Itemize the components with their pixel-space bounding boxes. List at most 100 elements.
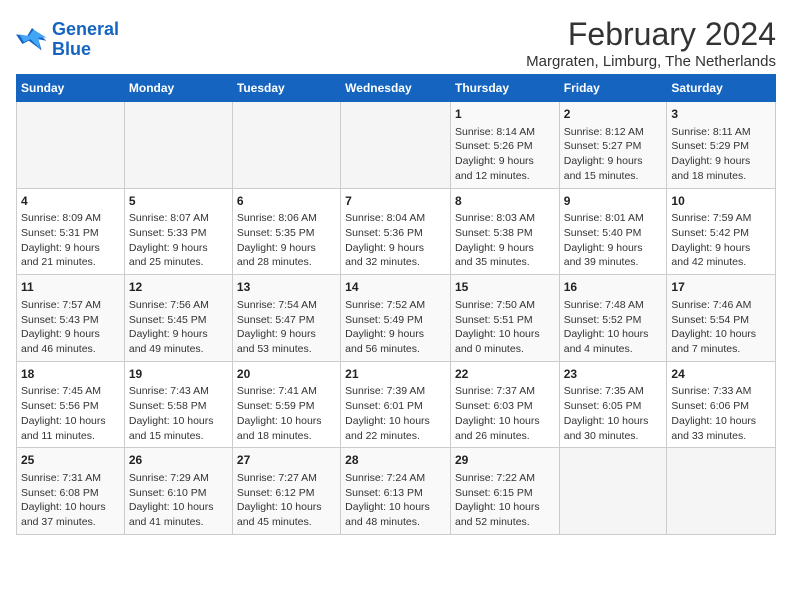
day-number: 15	[455, 279, 555, 296]
cell-details: Sunrise: 7:41 AM Sunset: 5:59 PM Dayligh…	[237, 384, 336, 443]
day-number: 1	[455, 106, 555, 123]
calendar-cell: 15 Sunrise: 7:50 AM Sunset: 5:51 PM Dayli…	[450, 275, 559, 362]
cell-details: Sunrise: 7:48 AM Sunset: 5:52 PM Dayligh…	[564, 298, 663, 357]
day-number: 27	[237, 452, 336, 469]
calendar-cell: 16 Sunrise: 7:48 AM Sunset: 5:52 PM Dayli…	[559, 275, 667, 362]
calendar-cell: 14 Sunrise: 7:52 AM Sunset: 5:49 PM Dayli…	[341, 275, 451, 362]
calendar-week-row: 1Sunrise: 8:14 AM Sunset: 5:26 PM Daylig…	[17, 102, 776, 189]
calendar-cell: 10Sunrise: 7:59 AM Sunset: 5:42 PM Dayli…	[667, 188, 776, 275]
calendar-cell: 12 Sunrise: 7:56 AM Sunset: 5:45 PM Dayli…	[124, 275, 232, 362]
header-tuesday: Tuesday	[232, 75, 340, 102]
day-number: 28	[345, 452, 446, 469]
day-number: 12	[129, 279, 228, 296]
calendar-cell: 24Sunrise: 7:33 AM Sunset: 6:06 PM Dayli…	[667, 361, 776, 448]
cell-details: Sunrise: 8:03 AM Sunset: 5:38 PM Dayligh…	[455, 211, 555, 270]
cell-details: Sunrise: 8:11 AM Sunset: 5:29 PM Dayligh…	[671, 125, 771, 184]
calendar-cell: 3 Sunrise: 8:11 AM Sunset: 5:29 PM Daylig…	[667, 102, 776, 189]
calendar-cell: 17 Sunrise: 7:46 AM Sunset: 5:54 PM Dayli…	[667, 275, 776, 362]
cell-details: Sunrise: 8:09 AM Sunset: 5:31 PM Dayligh…	[21, 211, 120, 270]
calendar-cell: 19Sunrise: 7:43 AM Sunset: 5:58 PM Dayli…	[124, 361, 232, 448]
cell-details: Sunrise: 7:59 AM Sunset: 5:42 PM Dayligh…	[671, 211, 771, 270]
calendar-cell: 8Sunrise: 8:03 AM Sunset: 5:38 PM Daylig…	[450, 188, 559, 275]
cell-details: Sunrise: 8:07 AM Sunset: 5:33 PM Dayligh…	[129, 211, 228, 270]
title-block: February 2024 Margraten, Limburg, The Ne…	[526, 16, 776, 70]
day-number: 20	[237, 366, 336, 383]
calendar-cell: 18Sunrise: 7:45 AM Sunset: 5:56 PM Dayli…	[17, 361, 125, 448]
calendar-cell: 20Sunrise: 7:41 AM Sunset: 5:59 PM Dayli…	[232, 361, 340, 448]
header-monday: Monday	[124, 75, 232, 102]
calendar-cell	[341, 102, 451, 189]
cell-details: Sunrise: 7:45 AM Sunset: 5:56 PM Dayligh…	[21, 384, 120, 443]
cell-details: Sunrise: 7:54 AM Sunset: 5:47 PM Dayligh…	[237, 298, 336, 357]
day-number: 13	[237, 279, 336, 296]
calendar-table: SundayMondayTuesdayWednesdayThursdayFrid…	[16, 74, 776, 535]
calendar-cell	[559, 448, 667, 535]
cell-details: Sunrise: 7:43 AM Sunset: 5:58 PM Dayligh…	[129, 384, 228, 443]
header: General Blue February 2024 Margraten, Li…	[16, 16, 776, 70]
day-number: 11	[21, 279, 120, 296]
day-number: 23	[564, 366, 663, 383]
calendar-cell: 4Sunrise: 8:09 AM Sunset: 5:31 PM Daylig…	[17, 188, 125, 275]
calendar-cell: 26 Sunrise: 7:29 AM Sunset: 6:10 PM Dayli…	[124, 448, 232, 535]
logo: General Blue	[16, 20, 119, 60]
day-number: 21	[345, 366, 446, 383]
cell-details: Sunrise: 8:12 AM Sunset: 5:27 PM Dayligh…	[564, 125, 663, 184]
day-number: 3	[671, 106, 771, 123]
calendar-cell: 5Sunrise: 8:07 AM Sunset: 5:33 PM Daylig…	[124, 188, 232, 275]
cell-details: Sunrise: 7:57 AM Sunset: 5:43 PM Dayligh…	[21, 298, 120, 357]
day-number: 19	[129, 366, 228, 383]
cell-details: Sunrise: 7:31 AM Sunset: 6:08 PM Dayligh…	[21, 471, 120, 530]
calendar-cell	[232, 102, 340, 189]
header-sunday: Sunday	[17, 75, 125, 102]
day-number: 18	[21, 366, 120, 383]
calendar-cell: 7Sunrise: 8:04 AM Sunset: 5:36 PM Daylig…	[341, 188, 451, 275]
cell-details: Sunrise: 7:35 AM Sunset: 6:05 PM Dayligh…	[564, 384, 663, 443]
day-number: 6	[237, 193, 336, 210]
calendar-cell: 22Sunrise: 7:37 AM Sunset: 6:03 PM Dayli…	[450, 361, 559, 448]
calendar-cell	[17, 102, 125, 189]
logo-text: General Blue	[52, 20, 119, 60]
calendar-cell: 13 Sunrise: 7:54 AM Sunset: 5:47 PM Dayli…	[232, 275, 340, 362]
cell-details: Sunrise: 8:01 AM Sunset: 5:40 PM Dayligh…	[564, 211, 663, 270]
calendar-week-row: 11 Sunrise: 7:57 AM Sunset: 5:43 PM Dayli…	[17, 275, 776, 362]
cell-details: Sunrise: 7:24 AM Sunset: 6:13 PM Dayligh…	[345, 471, 446, 530]
calendar-cell: 27Sunrise: 7:27 AM Sunset: 6:12 PM Dayli…	[232, 448, 340, 535]
header-saturday: Saturday	[667, 75, 776, 102]
day-number: 26	[129, 452, 228, 469]
calendar-cell: 21Sunrise: 7:39 AM Sunset: 6:01 PM Dayli…	[341, 361, 451, 448]
day-number: 9	[564, 193, 663, 210]
day-number: 8	[455, 193, 555, 210]
calendar-cell: 11 Sunrise: 7:57 AM Sunset: 5:43 PM Dayli…	[17, 275, 125, 362]
calendar-cell: 9Sunrise: 8:01 AM Sunset: 5:40 PM Daylig…	[559, 188, 667, 275]
header-friday: Friday	[559, 75, 667, 102]
day-number: 24	[671, 366, 771, 383]
cell-details: Sunrise: 7:52 AM Sunset: 5:49 PM Dayligh…	[345, 298, 446, 357]
logo-icon	[16, 26, 48, 54]
cell-details: Sunrise: 7:46 AM Sunset: 5:54 PM Dayligh…	[671, 298, 771, 357]
cell-details: Sunrise: 7:29 AM Sunset: 6:10 PM Dayligh…	[129, 471, 228, 530]
day-number: 2	[564, 106, 663, 123]
day-number: 25	[21, 452, 120, 469]
calendar-week-row: 4Sunrise: 8:09 AM Sunset: 5:31 PM Daylig…	[17, 188, 776, 275]
cell-details: Sunrise: 7:22 AM Sunset: 6:15 PM Dayligh…	[455, 471, 555, 530]
day-number: 17	[671, 279, 771, 296]
calendar-cell: 6Sunrise: 8:06 AM Sunset: 5:35 PM Daylig…	[232, 188, 340, 275]
cell-details: Sunrise: 7:50 AM Sunset: 5:51 PM Dayligh…	[455, 298, 555, 357]
day-number: 5	[129, 193, 228, 210]
day-number: 7	[345, 193, 446, 210]
day-number: 14	[345, 279, 446, 296]
cell-details: Sunrise: 7:37 AM Sunset: 6:03 PM Dayligh…	[455, 384, 555, 443]
day-number: 22	[455, 366, 555, 383]
cell-details: Sunrise: 8:04 AM Sunset: 5:36 PM Dayligh…	[345, 211, 446, 270]
header-wednesday: Wednesday	[341, 75, 451, 102]
calendar-subtitle: Margraten, Limburg, The Netherlands	[526, 53, 776, 70]
calendar-cell: 25 Sunrise: 7:31 AM Sunset: 6:08 PM Dayli…	[17, 448, 125, 535]
day-number: 10	[671, 193, 771, 210]
calendar-week-row: 25 Sunrise: 7:31 AM Sunset: 6:08 PM Dayli…	[17, 448, 776, 535]
header-thursday: Thursday	[450, 75, 559, 102]
day-number: 16	[564, 279, 663, 296]
cell-details: Sunrise: 7:39 AM Sunset: 6:01 PM Dayligh…	[345, 384, 446, 443]
cell-details: Sunrise: 7:56 AM Sunset: 5:45 PM Dayligh…	[129, 298, 228, 357]
day-number: 4	[21, 193, 120, 210]
calendar-cell	[124, 102, 232, 189]
